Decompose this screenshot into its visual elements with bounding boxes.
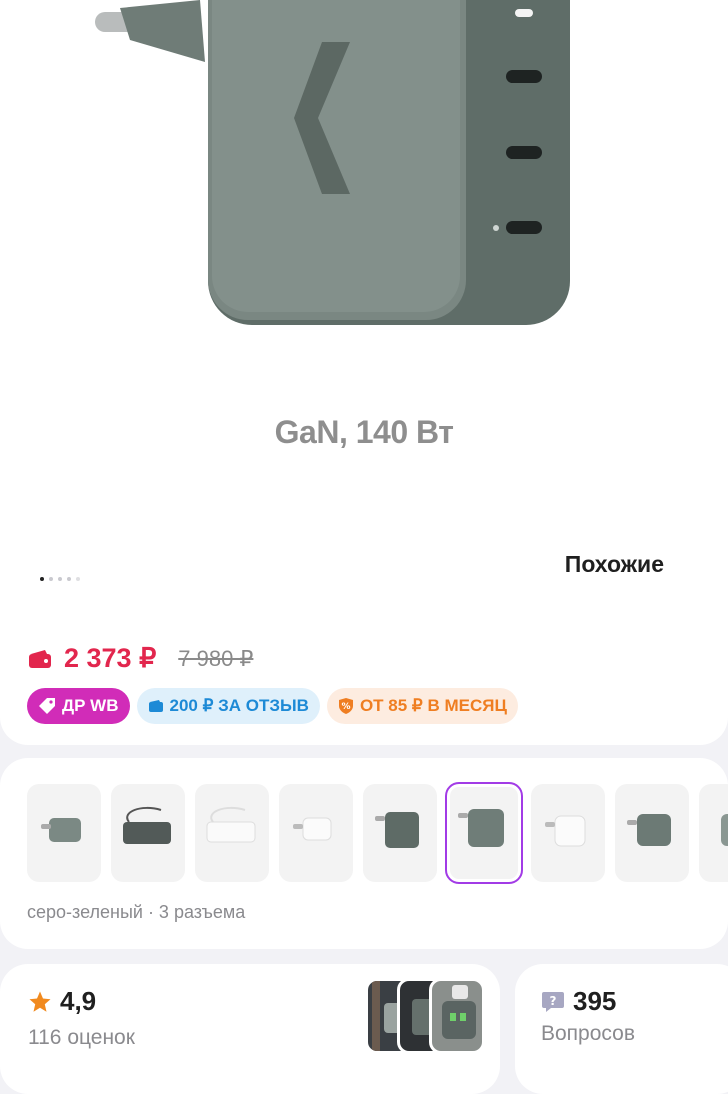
pagination-dot <box>58 577 62 581</box>
badge-label: ДР WB <box>62 696 119 715</box>
gallery-pagination <box>40 577 80 581</box>
variant-thumbnail-selected[interactable] <box>445 782 523 884</box>
pagination-dot <box>76 577 80 581</box>
rating-card[interactable]: 4,9 116 оценок <box>0 964 500 1094</box>
pagination-dot <box>49 577 53 581</box>
badge-label: ОТ 85 ₽ В МЕСЯЦ <box>359 696 507 715</box>
variant-thumbnail[interactable] <box>195 784 269 882</box>
questions-card[interactable]: ? 395 Вопросов <box>515 964 728 1094</box>
variant-thumbnail[interactable] <box>615 784 689 882</box>
variant-label: серо-зеленый · 3 разъема <box>27 902 246 922</box>
variant-thumbnail[interactable] <box>699 784 728 882</box>
variant-thumbnail[interactable] <box>279 784 353 882</box>
variant-thumbnail[interactable] <box>531 784 605 882</box>
product-image[interactable] <box>0 0 728 340</box>
promo-badges: ДР WB 200 ₽ ЗА ОТЗЫВ % ОТ 85 ₽ В МЕСЯЦ <box>27 688 518 724</box>
questions-count: 395 <box>573 986 617 1016</box>
rating-count: 116 оценок <box>28 1026 135 1049</box>
similar-button[interactable]: Похожие <box>565 551 664 578</box>
questions-row: ? 395 <box>541 986 616 1017</box>
pagination-dot <box>40 577 44 581</box>
variant-thumbnail[interactable] <box>111 784 185 882</box>
review-photos[interactable] <box>365 978 487 1054</box>
wallet-icon <box>148 699 164 713</box>
wallet-icon <box>29 649 51 668</box>
svg-text:?: ? <box>550 994 557 1008</box>
image-caption: GaN, 140 Вт <box>274 414 454 450</box>
variant-thumbnail[interactable] <box>363 784 437 882</box>
tag-icon <box>38 697 56 715</box>
star-icon <box>29 991 51 1012</box>
badge-label: 200 ₽ ЗА ОТЗЫВ <box>169 696 309 715</box>
variant-thumbnail[interactable] <box>27 784 101 882</box>
badge-installment[interactable]: % ОТ 85 ₽ В МЕСЯЦ <box>326 688 518 724</box>
price-row: 2 373 ₽ 7 980 ₽ <box>28 643 253 674</box>
variant-thumbnails <box>27 782 728 884</box>
questions-label: Вопросов <box>541 1022 635 1045</box>
current-price: 2 373 ₽ <box>64 643 157 673</box>
question-bubble-icon: ? <box>542 991 564 1012</box>
product-gallery[interactable]: GaN, 140 Вт Похожие 2 373 ₽ 7 980 ₽ ДР W… <box>0 0 728 745</box>
variant-selector: серо-зеленый · 3 разъема <box>0 758 728 949</box>
svg-text:%: % <box>341 702 350 712</box>
rating-value: 4,9 <box>60 986 97 1016</box>
shield-percent-icon: % <box>338 697 354 715</box>
badge-review-bonus[interactable]: 200 ₽ ЗА ОТЗЫВ <box>136 688 320 724</box>
review-photo[interactable] <box>429 978 485 1054</box>
pagination-dot <box>67 577 71 581</box>
badge-birthday[interactable]: ДР WB <box>27 688 130 724</box>
rating-row: 4,9 <box>28 986 96 1017</box>
old-price: 7 980 ₽ <box>178 645 254 671</box>
